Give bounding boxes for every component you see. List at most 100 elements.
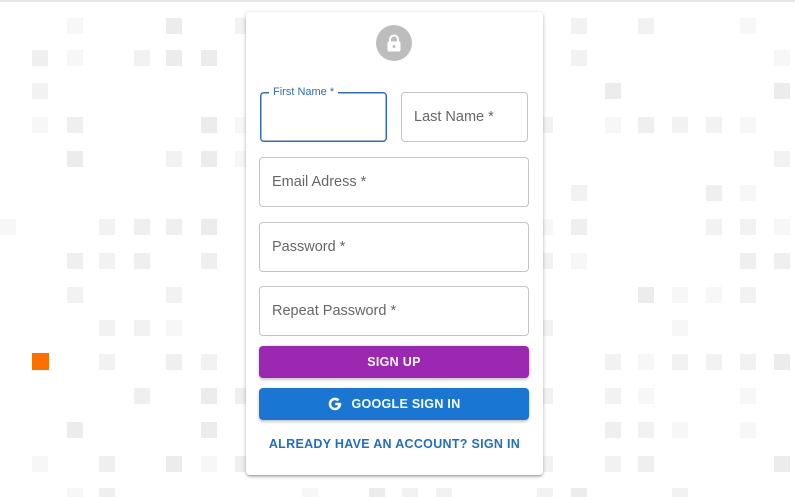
background-tile [605,388,621,404]
background-tile [99,488,115,497]
accent-tile [32,353,49,370]
background-tile [605,117,621,133]
background-tile [166,219,182,235]
background-tile [740,422,756,438]
top-border [0,0,795,2]
background-tile [201,50,217,66]
background-tile [571,219,587,235]
background-tile [166,151,182,167]
background-tile [99,253,115,269]
background-tile [706,117,722,133]
background-tile [166,354,182,370]
background-tile [67,50,83,66]
background-tile [774,50,790,66]
google-g-icon [327,396,343,412]
background-tile [740,253,756,269]
background-tile [369,488,385,497]
background-tile [302,488,318,497]
background-tile [99,354,115,370]
background-tile [774,219,790,235]
background-tile [67,488,83,497]
last-name-input[interactable] [402,93,527,141]
background-tile [134,253,150,269]
background-tile [201,151,217,167]
background-tile [672,354,688,370]
background-tile [166,320,182,336]
background-tile [436,488,452,497]
background-tile [402,488,418,497]
sign-up-label: SIGN UP [367,355,421,369]
google-sign-in-button[interactable]: GOOGLE SIGN IN [259,388,529,420]
background-tile [201,219,217,235]
background-tile [134,50,150,66]
password-field[interactable]: Password * [259,222,529,272]
background-tile [166,456,182,472]
background-tile [638,18,654,34]
background-tile [774,151,790,167]
background-tile [672,287,688,303]
background-tile [605,83,621,99]
background-tile [67,18,83,34]
background-tile [134,219,150,235]
sign-up-button[interactable]: SIGN UP [259,346,529,378]
background-tile [740,388,756,404]
google-sign-in-label: GOOGLE SIGN IN [351,397,461,411]
background-tile [638,422,654,438]
background-tile [706,219,722,235]
background-tile [134,320,150,336]
background-tile [672,320,688,336]
background-tile [67,117,83,133]
background-tile [740,117,756,133]
background-tile [99,320,115,336]
background-tile [201,422,217,438]
email-input[interactable] [260,158,528,206]
background-tile [638,117,654,133]
background-tile [605,422,621,438]
background-tile [32,456,48,472]
background-tile [571,18,587,34]
background-tile [774,253,790,269]
background-tile [706,354,722,370]
background-tile [774,456,790,472]
background-tile [672,422,688,438]
background-tile [67,287,83,303]
background-tile [605,456,621,472]
background-tile [605,354,621,370]
background-tile [166,18,182,34]
background-tile [740,185,756,201]
background-tile [134,388,150,404]
background-tile [672,117,688,133]
repeat-password-input[interactable] [260,287,528,335]
background-tile [537,488,553,497]
background-tile [638,287,654,303]
background-tile [166,50,182,66]
background-tile [638,456,654,472]
background-tile [774,83,790,99]
repeat-password-field[interactable]: Repeat Password * [259,286,529,336]
lock-icon [387,34,401,52]
background-tile [67,253,83,269]
password-input[interactable] [260,223,528,271]
background-tile [571,488,587,497]
background-tile [0,219,16,235]
background-tile [32,117,48,133]
background-tile [201,117,217,133]
background-tile [67,151,83,167]
first-name-field[interactable]: First Name * [260,86,387,142]
background-tile [740,354,756,370]
email-field[interactable]: Email Adress * [259,157,529,207]
first-name-input[interactable] [261,93,386,141]
background-tile [99,456,115,472]
background-tile [571,185,587,201]
last-name-field[interactable]: Last Name * [401,92,528,142]
background-tile [201,456,217,472]
signup-card: First Name * Last Name * Email Adress * … [246,12,543,475]
sign-in-link[interactable]: ALREADY HAVE AN ACCOUNT? SIGN IN [246,437,543,451]
background-tile [774,354,790,370]
background-tile [706,287,722,303]
background-tile [706,185,722,201]
background-tile [99,219,115,235]
background-tile [571,253,587,269]
background-tile [638,388,654,404]
background-tile [571,50,587,66]
